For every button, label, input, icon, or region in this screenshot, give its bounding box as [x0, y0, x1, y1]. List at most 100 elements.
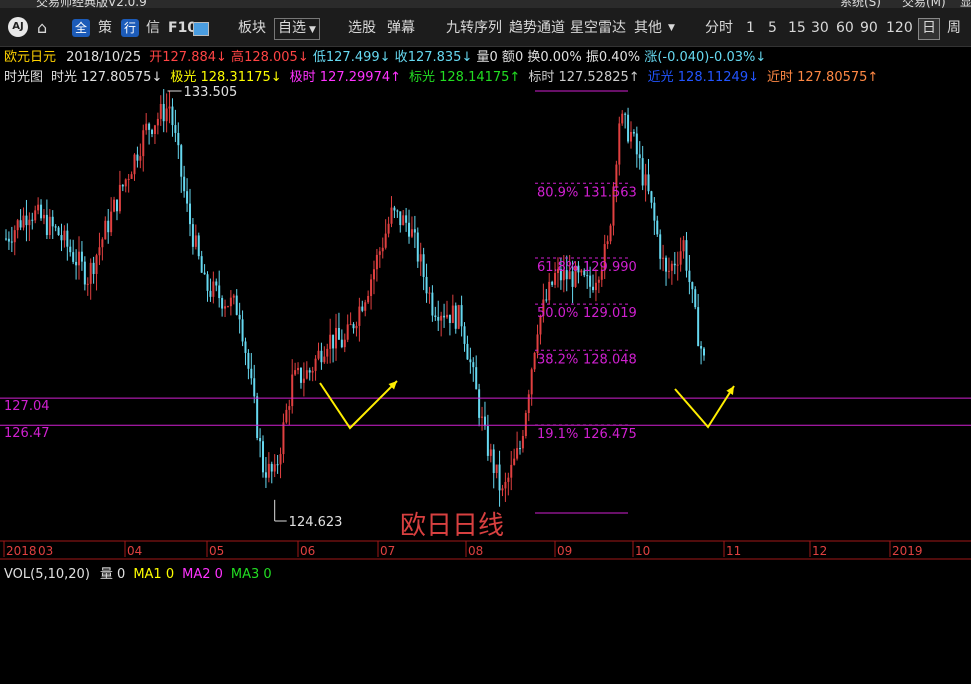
period-90[interactable]: 90	[860, 18, 878, 38]
menu-trade[interactable]: 交易(M)	[902, 0, 946, 8]
period-30[interactable]: 30	[811, 18, 829, 38]
period-5[interactable]: 5	[768, 18, 777, 38]
candle-body	[682, 240, 685, 252]
candle-body	[16, 220, 19, 231]
candle-body	[247, 352, 250, 369]
candle-body	[510, 464, 513, 478]
period-120[interactable]: 120	[886, 18, 913, 38]
low-value: 127.499↓	[325, 50, 391, 65]
candle-body	[448, 314, 451, 323]
candle-body	[656, 220, 659, 235]
candle-body	[352, 324, 355, 329]
candle-body	[113, 199, 116, 212]
x-tick-label: 07	[380, 544, 395, 558]
volume-indicator-name: VOL(5,10,20)	[4, 567, 90, 582]
menu-sector[interactable]: 板块	[238, 18, 266, 38]
indicator-item: 时光 127.80575↓	[51, 70, 163, 85]
candle-body	[609, 225, 612, 242]
candle-body	[679, 251, 682, 265]
menu-show[interactable]: 显	[960, 0, 971, 8]
candle-body	[629, 131, 632, 142]
volume-indicator-bar: VOL(5,10,20) 量 0 MA1 0 MA2 0 MA3 0	[4, 563, 280, 582]
candle-body	[703, 348, 705, 356]
menu-system[interactable]: 系统(S)	[840, 0, 881, 8]
quick-all-button[interactable]: 全	[72, 19, 90, 37]
indicator-item: 近光 128.11249↓	[647, 70, 759, 85]
candle-body	[399, 211, 402, 226]
menu-nine-turn[interactable]: 九转序列	[446, 18, 502, 38]
indicator-item: 极时 127.29974↑	[289, 70, 401, 85]
candle-body	[592, 286, 595, 291]
candle-body	[186, 191, 189, 204]
candle-body	[183, 176, 186, 192]
candle-body	[445, 314, 448, 318]
candle-body	[25, 215, 28, 226]
candle-body	[153, 125, 156, 135]
period-60[interactable]: 60	[836, 18, 854, 38]
candle-body	[241, 319, 244, 342]
fib-percent-label: 38.2%	[537, 352, 578, 367]
menu-stock-pick[interactable]: 选股	[348, 18, 376, 38]
candle-body	[688, 270, 691, 283]
period-15[interactable]: 15	[788, 18, 806, 38]
candlestick-chart[interactable]: 133.505 124.623 127.04 126.47 80.9% 131.563 61…	[0, 84, 971, 604]
quick-strategy-button[interactable]: 策	[98, 18, 112, 38]
candle-body	[697, 307, 700, 346]
menu-trend-channel[interactable]: 趋势通道	[509, 18, 565, 38]
home-icon[interactable]: ⌂	[37, 18, 47, 38]
period-day[interactable]: 日	[918, 18, 940, 40]
candle-body	[551, 281, 554, 285]
candle-body	[13, 230, 16, 243]
candle-body	[378, 251, 381, 255]
indicator-item: 极光 128.31175↓	[170, 70, 282, 85]
candle-body	[127, 178, 130, 180]
high-label: 高	[231, 50, 245, 65]
candle-body	[180, 145, 183, 177]
candle-body	[667, 270, 670, 272]
candle-body	[361, 306, 364, 311]
open-value: 127.884↓	[162, 50, 227, 65]
candle-body	[644, 174, 647, 186]
candle-body	[305, 370, 308, 379]
menu-barrage[interactable]: 弹幕	[387, 18, 415, 38]
open-label: 开	[149, 50, 163, 65]
candle-body	[69, 246, 72, 253]
candle-body	[475, 367, 478, 390]
quick-info-button[interactable]: 信	[146, 18, 160, 38]
candle-body	[104, 220, 107, 240]
quick-quote-button[interactable]: 行	[121, 19, 139, 37]
candle-body	[311, 370, 314, 373]
candle-body	[308, 370, 311, 373]
candle-body	[253, 378, 256, 397]
low-price-label: 124.623	[289, 515, 343, 530]
candle-body	[597, 279, 600, 283]
watchlist-select[interactable]: 自选 ▼	[274, 18, 320, 40]
candle-body	[486, 426, 489, 456]
candle-body	[165, 108, 168, 122]
high-value: 128.005↓	[244, 50, 309, 65]
indicator-item: 近时 127.80575↑	[766, 70, 879, 85]
symbol-name: 欧元日元	[4, 50, 57, 65]
window-icon[interactable]	[193, 22, 209, 36]
candle-body	[136, 154, 139, 161]
candle-body	[381, 247, 384, 252]
period-1[interactable]: 1	[746, 18, 755, 38]
menu-other[interactable]: 其他	[634, 18, 662, 38]
support-line-label: 126.47	[4, 426, 50, 441]
candle-body	[124, 179, 127, 187]
candle-body	[22, 215, 25, 228]
dropdown-arrow-icon: ▼	[309, 25, 316, 35]
x-tick-label: 06	[300, 544, 315, 558]
candle-body	[250, 368, 253, 379]
other-dropdown-icon[interactable]: ▼	[668, 18, 675, 38]
candle-body	[80, 251, 83, 262]
candle-body	[548, 281, 551, 301]
candle-body	[89, 262, 92, 284]
volume-ma-item: MA2 0	[182, 567, 223, 582]
period-intraday[interactable]: 分时	[705, 18, 733, 38]
period-week[interactable]: 周	[947, 18, 961, 38]
candle-body	[145, 123, 148, 131]
candle-body	[624, 113, 627, 115]
menu-star-radar[interactable]: 星空雷达	[570, 18, 626, 38]
candle-body	[229, 297, 232, 307]
